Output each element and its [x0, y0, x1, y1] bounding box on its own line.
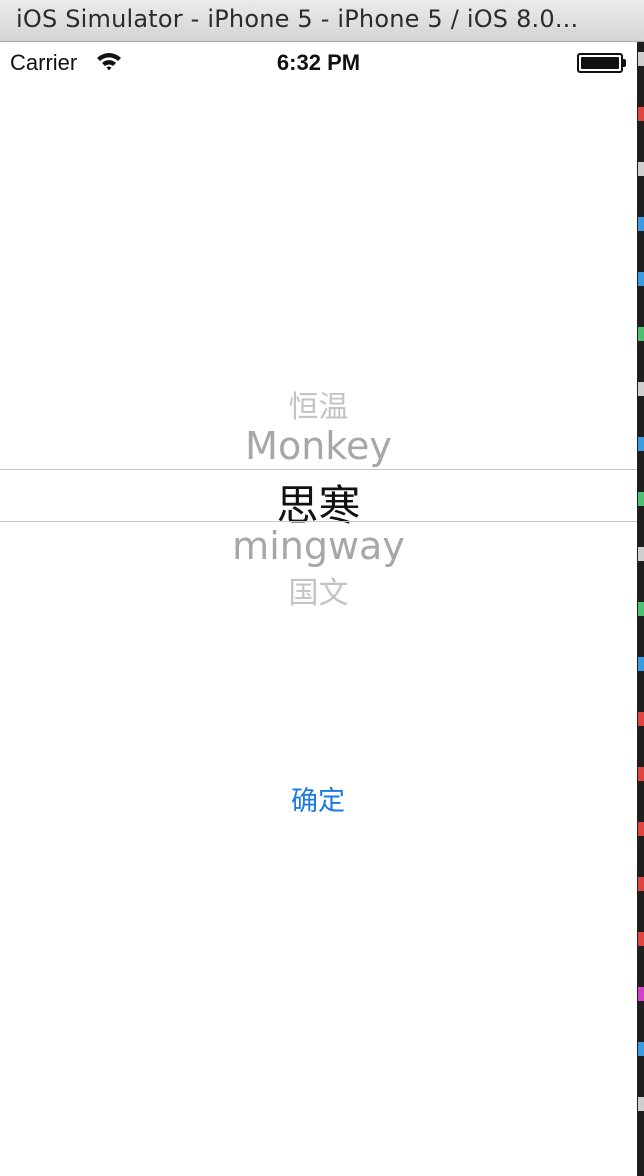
picker-row[interactable]: mingway	[0, 524, 637, 568]
picker-row[interactable]: 恒温	[0, 382, 637, 426]
editor-code-fragment	[638, 1097, 644, 1111]
editor-code-fragment	[638, 437, 644, 451]
battery-level-fill	[581, 57, 619, 69]
picker-view[interactable]: 恒温 Monkey 思寒 mingway 国文	[0, 342, 637, 662]
picker-selection-top-line	[0, 469, 637, 470]
battery-body	[577, 53, 623, 73]
window-title: iOS Simulator - iPhone 5 - iPhone 5 / iO…	[16, 5, 579, 33]
battery-icon	[577, 53, 627, 73]
editor-code-fragment	[638, 107, 644, 121]
editor-code-fragment	[638, 602, 644, 616]
picker-selection-bottom-line	[0, 521, 637, 522]
editor-code-fragment	[638, 217, 644, 231]
editor-code-fragment	[638, 52, 644, 66]
editor-code-fragment	[638, 327, 644, 341]
editor-code-fragment	[638, 987, 644, 1001]
battery-tip	[623, 59, 626, 67]
editor-code-fragment	[638, 822, 644, 836]
status-time: 6:32 PM	[276, 50, 361, 75]
editor-code-fragment	[638, 932, 644, 946]
editor-code-fragment	[638, 657, 644, 671]
editor-code-fragment	[638, 767, 644, 781]
editor-code-fragment	[638, 547, 644, 561]
editor-code-fragment	[638, 1042, 644, 1056]
picker-row[interactable]: Monkey	[0, 424, 637, 468]
editor-code-fragment	[638, 877, 644, 891]
editor-code-fragment	[638, 712, 644, 726]
editor-code-fragment	[638, 272, 644, 286]
background-editor-strip	[637, 42, 644, 1176]
editor-code-fragment	[638, 382, 644, 396]
device-screen: Carrier 6:32 PM 恒温 Monkey 思寒 mingway 国文 …	[0, 42, 637, 1176]
simulator-title-bar: iOS Simulator - iPhone 5 - iPhone 5 / iO…	[0, 0, 644, 42]
confirm-button[interactable]: 确定	[268, 778, 368, 818]
editor-code-fragment	[638, 492, 644, 506]
editor-code-fragment	[638, 162, 644, 176]
status-bar: Carrier 6:32 PM	[0, 42, 637, 82]
picker-row[interactable]: 国文	[0, 568, 637, 612]
